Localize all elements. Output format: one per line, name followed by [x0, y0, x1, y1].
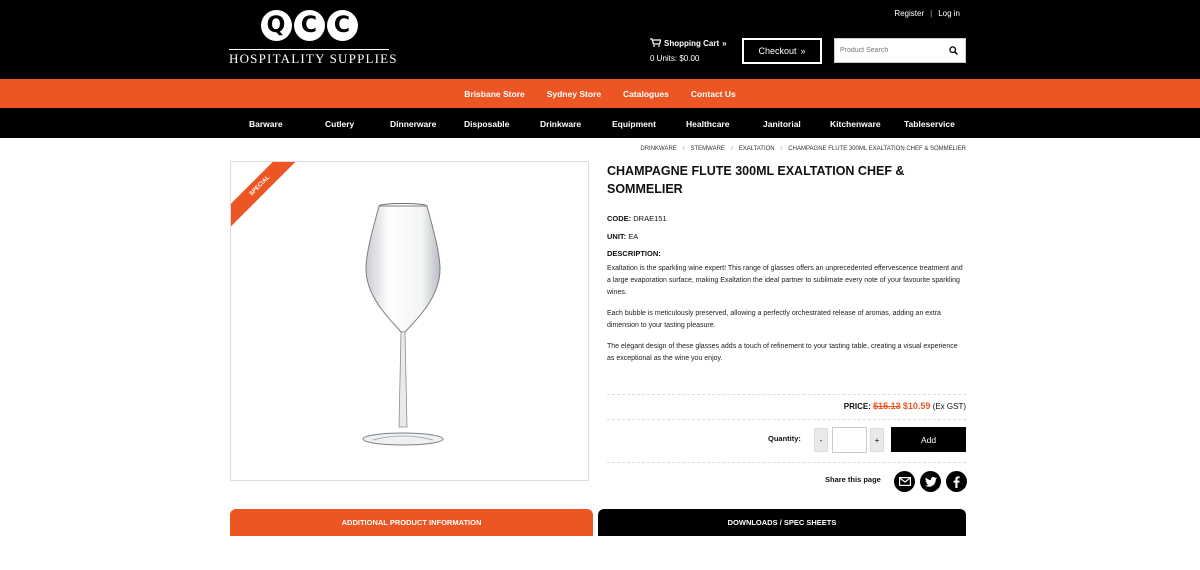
email-share-icon[interactable] — [894, 471, 915, 492]
tab-downloads[interactable]: DOWNLOADS / SPEC SHEETS — [598, 509, 966, 536]
breadcrumb-separator: / — [682, 146, 685, 152]
logo-letter: Q — [260, 10, 292, 41]
price-row: PRICE: $15.13 $10.59 (Ex GST) — [844, 401, 966, 411]
shopping-cart[interactable]: Shopping Cart » 0 Units: $0.00 — [650, 38, 727, 63]
category-tableservice[interactable]: Tableservice — [904, 119, 955, 129]
logo-letter: C — [293, 10, 325, 41]
top-header: Q C C HOSPITALITY SUPPLIES Register | Lo… — [0, 0, 1200, 79]
special-ribbon: SPECIAL — [231, 162, 305, 231]
breadcrumb: DRINKWARE / STEMWARE / EXALTATION / CHAM… — [640, 146, 966, 152]
quantity-label: Quantity: — [768, 434, 801, 443]
category-healthcare[interactable]: Healthcare — [686, 119, 729, 129]
logo-mark: Q C C — [229, 10, 389, 44]
category-disposable[interactable]: Disposable — [464, 119, 509, 129]
breadcrumb-current: CHAMPAGNE FLUTE 300ML EXALTATION CHEF & … — [788, 146, 966, 152]
search-box — [834, 38, 966, 63]
breadcrumb-item[interactable]: EXALTATION — [739, 146, 775, 152]
divider — [607, 462, 966, 463]
store-nav: Brisbane Store Sydney Store Catalogues C… — [0, 79, 1200, 108]
nav-sydney-store[interactable]: Sydney Store — [547, 89, 601, 99]
cart-header: Shopping Cart » — [650, 38, 727, 49]
product-unit: UNIT: EA — [607, 232, 638, 241]
add-to-cart-button[interactable]: Add — [891, 427, 966, 452]
category-equipment[interactable]: Equipment — [612, 119, 656, 129]
description-paragraph: Exaltation is the sparkling wine expert!… — [607, 265, 963, 296]
description-paragraph: The elegant design of these glasses adds… — [607, 343, 958, 362]
logo-tagline: HOSPITALITY SUPPLIES — [229, 49, 398, 66]
breadcrumb-separator: / — [780, 146, 783, 152]
code-value: DRAE151 — [633, 214, 667, 223]
nav-brisbane-store[interactable]: Brisbane Store — [464, 89, 524, 99]
product-code: CODE: DRAE151 — [607, 214, 667, 223]
product-title: CHAMPAGNE FLUTE 300ML EXALTATION CHEF & … — [607, 164, 905, 196]
description-heading: DESCRIPTION: — [607, 249, 661, 258]
cart-icon — [650, 38, 662, 49]
quantity-increment-button[interactable]: + — [870, 428, 884, 452]
category-kitchenware[interactable]: Kitchenware — [830, 119, 881, 129]
category-cutlery[interactable]: Cutlery — [325, 119, 354, 129]
chevron-right-icon: » — [800, 46, 806, 56]
divider — [607, 419, 966, 420]
quantity-decrement-button[interactable]: - — [814, 428, 828, 452]
account-links: Register | Log in — [894, 9, 960, 18]
checkout-label: Checkout — [758, 46, 797, 56]
unit-value: EA — [628, 232, 639, 241]
search-input[interactable] — [835, 40, 943, 61]
register-link[interactable]: Register — [894, 9, 924, 18]
share-label: Share this page — [825, 475, 881, 484]
cart-title: Shopping Cart — [664, 39, 720, 48]
unit-label: UNIT: — [607, 232, 627, 241]
category-dinnerware[interactable]: Dinnerware — [390, 119, 436, 129]
champagne-flute-image — [362, 203, 444, 446]
category-barware[interactable]: Barware — [249, 119, 283, 129]
price-label: PRICE: — [843, 402, 871, 411]
divider — [607, 394, 966, 395]
old-price: $15.13 — [873, 401, 901, 411]
description-paragraph: Each bubble is meticulously preserved, a… — [607, 310, 941, 329]
code-label: CODE: — [607, 214, 632, 223]
logo[interactable]: Q C C HOSPITALITY SUPPLIES — [229, 10, 398, 66]
cart-summary: 0 Units: $0.00 — [650, 54, 700, 63]
special-price: $10.59 — [902, 401, 931, 411]
chevron-right-icon: » — [722, 39, 727, 48]
tax-note: (Ex GST) — [932, 402, 966, 411]
description-label: DESCRIPTION: — [607, 249, 661, 258]
checkout-button[interactable]: Checkout » — [742, 38, 822, 64]
breadcrumb-item[interactable]: STEMWARE — [690, 146, 724, 152]
breadcrumb-item[interactable]: DRINKWARE — [640, 146, 676, 152]
facebook-share-icon[interactable] — [946, 471, 967, 492]
category-drinkware[interactable]: Drinkware — [540, 119, 581, 129]
twitter-share-icon[interactable] — [920, 471, 941, 492]
product-description: Exaltation is the sparkling wine expert!… — [607, 263, 965, 374]
product-image[interactable]: SPECIAL — [230, 161, 589, 481]
category-janitorial[interactable]: Janitorial — [763, 119, 801, 129]
tab-additional-info[interactable]: ADDITIONAL PRODUCT INFORMATION — [230, 509, 593, 536]
category-nav: Barware Cutlery Dinnerware Disposable Dr… — [0, 108, 1200, 138]
nav-catalogues[interactable]: Catalogues — [623, 89, 669, 99]
nav-contact-us[interactable]: Contact Us — [691, 89, 736, 99]
link-separator: | — [930, 9, 933, 18]
breadcrumb-separator: / — [730, 146, 733, 152]
search-icon[interactable] — [943, 46, 963, 55]
login-link[interactable]: Log in — [938, 9, 960, 18]
logo-letter: C — [326, 10, 358, 41]
quantity-input[interactable] — [832, 427, 867, 453]
